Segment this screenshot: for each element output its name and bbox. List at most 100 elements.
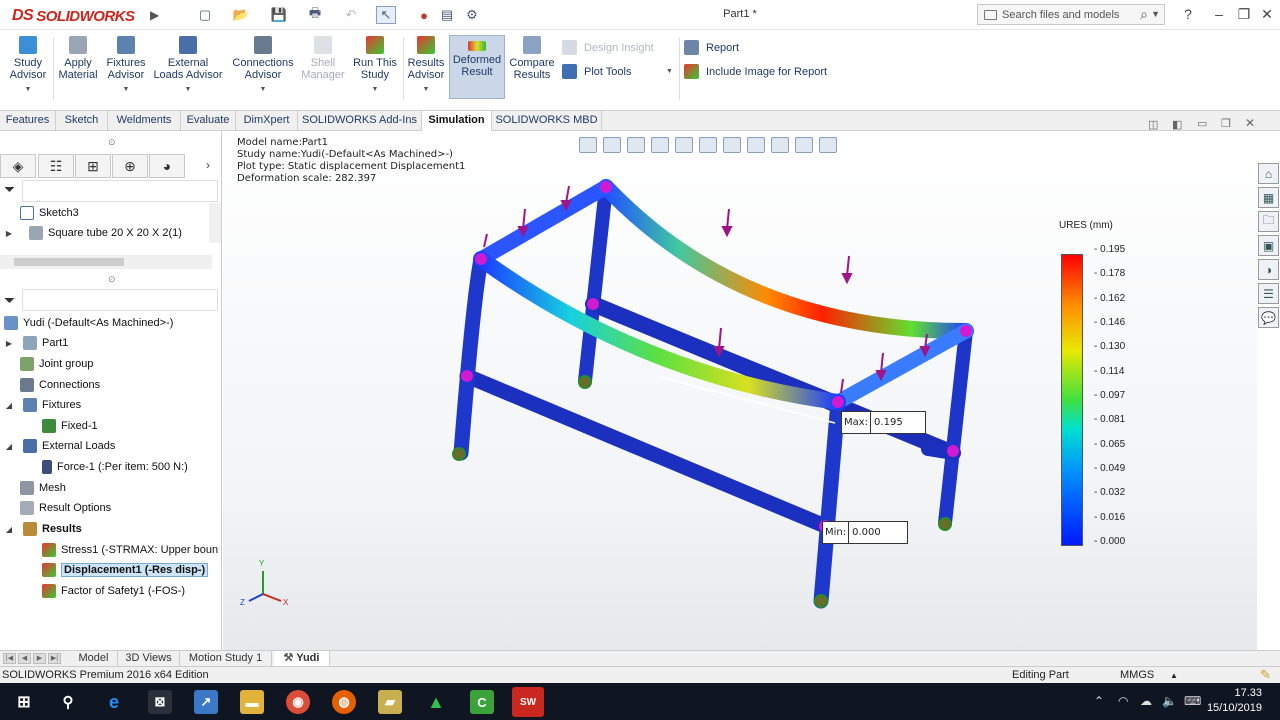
results-advisor-button[interactable]: Results Advisor ▼ [405, 36, 447, 104]
search-input[interactable]: Search files and models ⌕ ▼ [977, 4, 1165, 25]
tray-chevron-icon[interactable]: ⌃ [1094, 694, 1104, 708]
filter-icon[interactable]: ⏷ [4, 292, 15, 309]
dimxpert-manager-icon[interactable]: ⊕ [112, 154, 148, 178]
chevron-up-icon[interactable]: ▲ [1170, 671, 1178, 680]
tree-item-square-tube[interactable]: ▶ Square tube 20 X 20 X 2(1) [0, 223, 182, 243]
deformed-result-button[interactable]: Deformed Result [449, 35, 505, 99]
tree-item-sketch3[interactable]: Sketch3 [20, 203, 79, 223]
study-filter-field[interactable] [22, 289, 218, 311]
volume-icon[interactable]: 🔈 [1162, 694, 1177, 708]
collapse-icon[interactable]: ◢ [3, 442, 15, 451]
tree-item-part1[interactable]: ▶ Part1 [0, 333, 68, 353]
view-palette-icon[interactable]: ▣ [1258, 235, 1279, 256]
shell-manager-button[interactable]: Shell Manager [300, 36, 346, 104]
chrome-icon[interactable]: ◉ [286, 690, 310, 714]
solidworks-taskbar-icon[interactable]: SW [512, 687, 544, 717]
vertical-scrollbar[interactable] [209, 203, 221, 243]
tree-item-study[interactable]: Yudi (-Default<As Machined>-) [0, 313, 173, 333]
max-probe-label[interactable]: Max: 0.195 [841, 411, 926, 434]
restore-icon[interactable]: ❐ [1234, 6, 1254, 23]
camtasia-icon[interactable]: C [470, 690, 494, 714]
prev-tab-icon[interactable]: ◀ [18, 653, 31, 664]
tree-item-mesh[interactable]: Mesh [20, 478, 66, 498]
network-icon[interactable]: ◠ [1118, 694, 1128, 708]
appearances-icon[interactable]: ◑ [1258, 259, 1279, 280]
include-image-button[interactable]: Include Image for Report [684, 64, 827, 79]
rebuild-icon[interactable]: ● [416, 6, 432, 24]
compare-results-button[interactable]: Compare Results [508, 36, 556, 104]
doc-cascade-icon[interactable]: ◧ [1172, 118, 1182, 131]
custom-properties-icon[interactable]: ☰ [1258, 283, 1279, 304]
app-icon[interactable]: ↗ [194, 690, 218, 714]
tree-item-joint-group[interactable]: Joint group [20, 354, 93, 374]
tab-sketch[interactable]: Sketch [56, 111, 108, 131]
tree-item-fixtures[interactable]: ◢ Fixtures [0, 395, 81, 415]
store-icon[interactable]: ⊠ [148, 690, 172, 714]
chevron-down-icon[interactable]: ▼ [423, 84, 430, 96]
onedrive-icon[interactable]: ☁ [1140, 694, 1152, 708]
tab-study-yudi[interactable]: ⚒ Yudi [274, 651, 330, 666]
collapse-icon[interactable]: ◢ [3, 525, 15, 534]
green-triangle-app-icon[interactable]: ▲ [424, 690, 448, 714]
color-legend-bar[interactable] [1061, 254, 1083, 546]
external-loads-advisor-button[interactable]: External Loads Advisor ▼ [152, 36, 224, 104]
edge-browser-icon[interactable]: e [102, 690, 126, 714]
property-manager-icon[interactable]: ☷ [38, 154, 74, 178]
file-explorer-icon[interactable]: 🗀 [1258, 211, 1279, 232]
doc-restore-icon[interactable]: ❐ [1221, 117, 1231, 130]
last-tab-icon[interactable]: ▶| [48, 653, 61, 664]
tree-item-external-loads[interactable]: ◢ External Loads [0, 436, 115, 456]
min-probe-label[interactable]: Min: 0.000 [822, 521, 908, 544]
report-button[interactable]: Report [684, 40, 739, 55]
apply-material-button[interactable]: Apply Material [56, 36, 100, 104]
tab-dimxpert[interactable]: DimXpert [236, 111, 298, 131]
tree-item-factor-of-safety1[interactable]: Factor of Safety1 (-FOS-) [42, 581, 185, 601]
filter-icon[interactable]: ⏷ [4, 181, 15, 198]
doc-tile-icon[interactable]: ◫ [1148, 118, 1158, 131]
chevron-right-icon[interactable]: › [206, 158, 210, 172]
close-icon[interactable]: ✕ [1257, 6, 1277, 23]
tree-item-results[interactable]: ◢ Results [0, 519, 82, 539]
options-gear-icon[interactable]: ⚙ [462, 6, 482, 24]
tab-addins[interactable]: SOLIDWORKS Add-Ins [298, 111, 422, 131]
doc-minimize-icon[interactable]: ▭ [1197, 117, 1207, 130]
folder-app-icon[interactable]: ▰ [378, 690, 402, 714]
search-icon[interactable]: ⌕ [1140, 6, 1148, 23]
tree-item-force-1[interactable]: Force-1 (:Per item: 500 N:) [42, 457, 188, 477]
tree-item-displacement1[interactable]: Displacement1 (-Res disp-) [42, 560, 209, 580]
fixtures-advisor-button[interactable]: Fixtures Advisor ▼ [104, 36, 148, 104]
select-cursor-icon[interactable]: ↖ [376, 6, 396, 24]
tree-item-fixed-1[interactable]: Fixed-1 [42, 416, 98, 436]
expand-icon[interactable]: ▶ [3, 229, 15, 238]
tab-mbd[interactable]: SOLIDWORKS MBD [492, 111, 602, 131]
configuration-manager-icon[interactable]: ⊞ [75, 154, 111, 178]
tab-features[interactable]: Features [0, 111, 56, 131]
tab-weldments[interactable]: Weldments [108, 111, 181, 131]
keyboard-icon[interactable]: ⌨ [1184, 694, 1201, 708]
splitter-handle[interactable]: ⊙ [108, 274, 116, 285]
collapse-icon[interactable]: ◢ [3, 401, 15, 410]
chevron-down-icon[interactable]: ▼ [372, 84, 379, 96]
help-icon[interactable]: ? [1178, 6, 1198, 22]
plot-tools-button[interactable]: Plot Tools ▼ [562, 64, 673, 79]
solidworks-logo[interactable]: DS SOLIDWORKS [12, 6, 135, 26]
windows-start-icon[interactable]: ⊞ [12, 690, 36, 714]
menu-expand-icon[interactable]: ▶ [150, 8, 159, 22]
forum-icon[interactable]: 💬 [1258, 307, 1279, 328]
display-manager-icon[interactable]: ◕ [149, 154, 185, 178]
tree-item-stress1[interactable]: Stress1 (-STRMAX: Upper boun [42, 540, 218, 560]
next-tab-icon[interactable]: ▶ [33, 653, 46, 664]
firefox-icon[interactable]: ◍ [332, 690, 356, 714]
new-document-icon[interactable]: ▢ [196, 6, 214, 24]
splitter-handle[interactable]: ⊙ [108, 137, 116, 148]
tree-filter-field[interactable] [22, 180, 218, 202]
tab-simulation[interactable]: Simulation [422, 111, 492, 131]
tab-motion-study[interactable]: Motion Study 1 [180, 651, 272, 666]
tab-model[interactable]: Model [70, 651, 118, 666]
first-tab-icon[interactable]: |◀ [3, 653, 16, 664]
search-icon[interactable]: ⚲ [56, 690, 80, 714]
tab-3d-views[interactable]: 3D Views [118, 651, 180, 666]
chevron-down-icon[interactable]: ▼ [666, 68, 673, 75]
undo-icon[interactable]: ↶ [340, 6, 362, 24]
chevron-down-icon[interactable]: ▼ [260, 84, 267, 96]
